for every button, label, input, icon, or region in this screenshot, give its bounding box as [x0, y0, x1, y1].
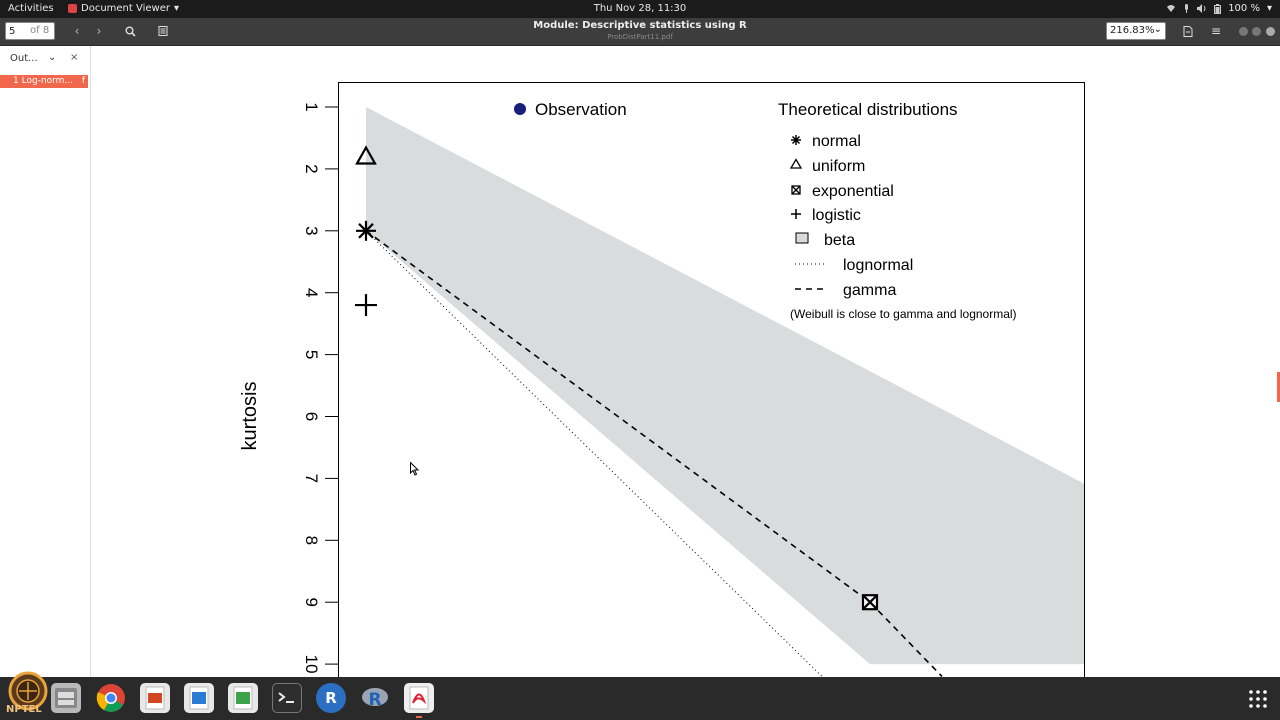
kurtosis-plot: 1 2 3 4 5 6 7 8 9 10 kurtosis Observation Theoret… — [239, 82, 1085, 677]
document-viewer-launcher[interactable] — [404, 683, 434, 713]
terminal-launcher[interactable] — [272, 683, 302, 713]
y-tick-label: 4 — [302, 288, 321, 297]
y-tick-label: 2 — [302, 164, 321, 173]
presentation-icon — [145, 686, 165, 710]
legend-exponential: exponential — [791, 183, 894, 200]
legend-label-logistic: logistic — [812, 207, 861, 224]
legend-gamma: gamma — [795, 282, 896, 299]
triangle-marker-icon — [789, 158, 803, 169]
files-launcher[interactable] — [51, 683, 81, 713]
legend-label-gamma: gamma — [843, 282, 896, 299]
file-cabinet-icon — [55, 688, 77, 708]
dock: R R — [0, 677, 1280, 720]
legend-note: (Weibull is close to gamma and lognormal… — [790, 307, 1017, 321]
legend-logistic: logistic — [791, 207, 861, 224]
terminal-icon — [278, 692, 294, 703]
r-launcher[interactable]: R — [316, 683, 346, 713]
chrome-icon — [96, 684, 125, 712]
y-tick-label: 3 — [302, 226, 321, 235]
document-icon — [189, 686, 209, 710]
r-icon: R — [325, 689, 337, 707]
show-applications-icon[interactable] — [1248, 689, 1268, 709]
calc-launcher[interactable] — [228, 683, 258, 713]
spreadsheet-icon — [233, 686, 253, 710]
point-normal — [356, 220, 376, 241]
beta-region — [366, 107, 1085, 665]
plus-marker-icon — [791, 209, 801, 219]
nptel-label: NPTEL — [6, 704, 42, 715]
observation-legend-marker — [514, 103, 526, 115]
y-tick-label: 7 — [302, 474, 321, 483]
legend-label-uniform: uniform — [812, 158, 865, 175]
y-axis-label: kurtosis — [239, 382, 261, 451]
writer-launcher[interactable] — [184, 683, 214, 713]
observation-legend-label: Observation — [535, 100, 627, 119]
legend-title: Theoretical distributions — [778, 100, 958, 119]
y-tick-label: 6 — [302, 412, 321, 421]
point-logistic — [355, 294, 377, 317]
impress-launcher[interactable] — [140, 683, 170, 713]
legend-beta: beta — [795, 232, 855, 249]
beta-swatch-icon — [795, 232, 809, 244]
chrome-launcher[interactable] — [96, 683, 126, 713]
running-indicator — [416, 716, 422, 718]
legend-label-beta: beta — [824, 232, 855, 249]
y-tick-label: 10 — [302, 655, 321, 674]
legend-uniform: uniform — [789, 158, 865, 175]
y-tick-label: 5 — [302, 350, 321, 359]
y-tick-label: 8 — [302, 536, 321, 545]
svg-text:R: R — [368, 690, 381, 710]
boxed-x-marker-icon — [791, 185, 801, 195]
legend-lognormal: lognormal — [795, 257, 913, 274]
legend-label-normal: normal — [812, 133, 861, 150]
legend-normal: normal — [791, 133, 861, 150]
pdf-icon — [409, 686, 429, 710]
rstudio-icon: R — [362, 688, 388, 710]
legend-label-lognormal: lognormal — [843, 257, 913, 274]
point-exponential — [861, 594, 879, 611]
mouse-cursor-icon — [410, 462, 420, 476]
rstudio-launcher[interactable]: R — [360, 683, 390, 713]
y-tick-label: 1 — [302, 102, 321, 111]
y-tick-label: 9 — [302, 597, 321, 606]
legend-label-exponential: exponential — [812, 183, 894, 200]
asterisk-marker-icon — [791, 135, 801, 145]
